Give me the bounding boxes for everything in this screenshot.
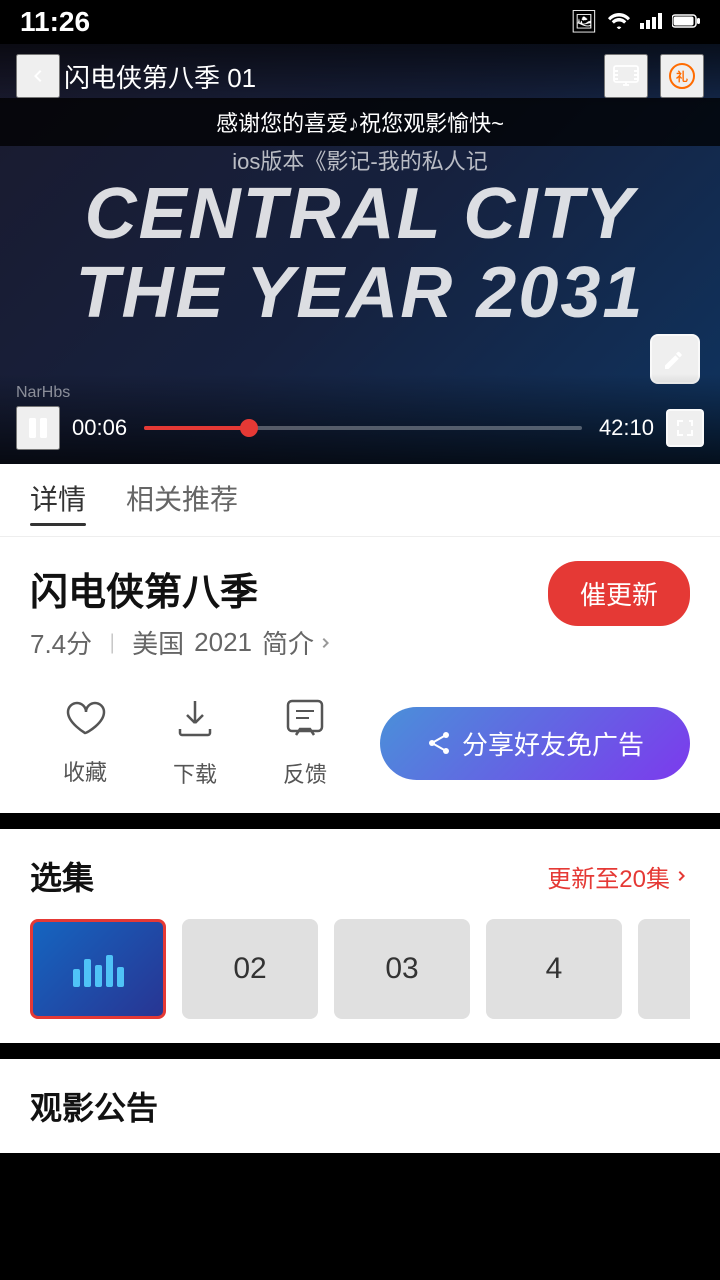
progress-thumb — [240, 419, 258, 437]
collect-label: 收藏 — [63, 755, 107, 787]
show-info-section: 闪电侠第八季 7.4分 ｜ 美国 2021 简介 催更新 收藏 — [0, 537, 720, 813]
progress-bar[interactable] — [144, 426, 582, 430]
video-title-line2: THE YEAR 2031 — [76, 254, 645, 333]
feedback-icon — [284, 697, 326, 749]
pause-button[interactable] — [16, 406, 60, 450]
episode-05[interactable]: 05 — [638, 919, 690, 1019]
download-action[interactable]: 下载 — [140, 697, 250, 789]
progress-fill — [144, 426, 249, 430]
time-total: 42:10 — [594, 415, 654, 441]
episode-section: 选集 更新至20集 02 03 4 — [0, 829, 720, 1043]
time-current: 00:06 — [72, 415, 132, 441]
show-country: 美国 — [132, 624, 184, 661]
intro-link[interactable]: 简介 — [262, 624, 334, 661]
show-info-row: 闪电侠第八季 7.4分 ｜ 美国 2021 简介 催更新 — [30, 561, 690, 681]
bell-button[interactable]: 礼 — [660, 54, 704, 98]
narhbs-label: NarHbs — [16, 384, 704, 402]
update-button[interactable]: 催更新 — [548, 561, 690, 626]
ios-message: ios版本《影记-我的私人记 — [0, 144, 720, 176]
show-rating: 7.4分 — [30, 624, 92, 661]
video-player[interactable]: CENTRAL CITY THE YEAR 2031 闪电侠第八季 01 礼 感… — [0, 44, 720, 464]
update-info[interactable]: 更新至20集 — [547, 859, 690, 894]
fullscreen-button[interactable] — [666, 409, 704, 447]
playing-bars-icon — [73, 951, 124, 987]
controls-row: 00:06 42:10 — [16, 406, 704, 450]
download-label: 下载 — [173, 757, 217, 789]
episode-section-title: 选集 — [30, 853, 94, 899]
announcement-section: 观影公告 — [0, 1059, 720, 1153]
tab-recommendations[interactable]: 相关推荐 — [126, 478, 238, 522]
show-meta: 7.4分 ｜ 美国 2021 简介 — [30, 624, 334, 661]
tabs-section: 详情 相关推荐 — [0, 464, 720, 537]
feedback-label: 反馈 — [283, 757, 327, 789]
video-controls: NarHbs 00:06 42:10 — [0, 374, 720, 464]
divider: ｜ — [102, 628, 122, 657]
back-button[interactable] — [16, 54, 60, 98]
show-info-left: 闪电侠第八季 7.4分 ｜ 美国 2021 简介 — [30, 561, 334, 681]
episode-04[interactable]: 4 — [486, 919, 622, 1019]
feedback-action[interactable]: 反馈 — [250, 697, 360, 789]
video-topbar: 闪电侠第八季 01 礼 — [0, 44, 720, 108]
tabs-row: 详情 相关推荐 — [0, 464, 720, 536]
tab-details[interactable]: 详情 — [30, 478, 86, 522]
screencast-button[interactable] — [604, 54, 648, 98]
status-bar: 11:26 🖼 — [0, 0, 720, 44]
episodes-row: 02 03 4 05 06 — [30, 919, 690, 1027]
download-icon — [174, 697, 216, 749]
collect-action[interactable]: 收藏 — [30, 699, 140, 787]
section-header: 选集 更新至20集 — [30, 853, 690, 899]
episode-03[interactable]: 03 — [334, 919, 470, 1019]
battery-icon — [672, 9, 700, 35]
episode-02[interactable]: 02 — [182, 919, 318, 1019]
episode-01[interactable] — [30, 919, 166, 1019]
signal-icon — [640, 9, 662, 35]
video-title-line1: CENTRAL CITY — [85, 175, 636, 254]
show-title: 闪电侠第八季 — [30, 561, 334, 616]
announcement-title: 观影公告 — [30, 1090, 158, 1126]
wifi-icon — [608, 9, 630, 35]
share-label: 分享好友免广告 — [462, 725, 644, 762]
share-button[interactable]: 分享好友免广告 — [380, 707, 690, 780]
topbar-actions: 礼 — [604, 54, 704, 98]
show-year: 2021 — [194, 627, 252, 658]
status-time: 11:26 — [20, 6, 90, 38]
status-icons: 🖼 — [570, 9, 700, 35]
video-topbar-title: 闪电侠第八季 01 — [64, 58, 604, 95]
heart-icon — [64, 699, 106, 747]
photo-icon: 🖼 — [570, 9, 598, 35]
actions-row: 收藏 下载 反馈 分享好友免广告 — [30, 697, 690, 789]
svg-text:礼: 礼 — [676, 69, 688, 84]
